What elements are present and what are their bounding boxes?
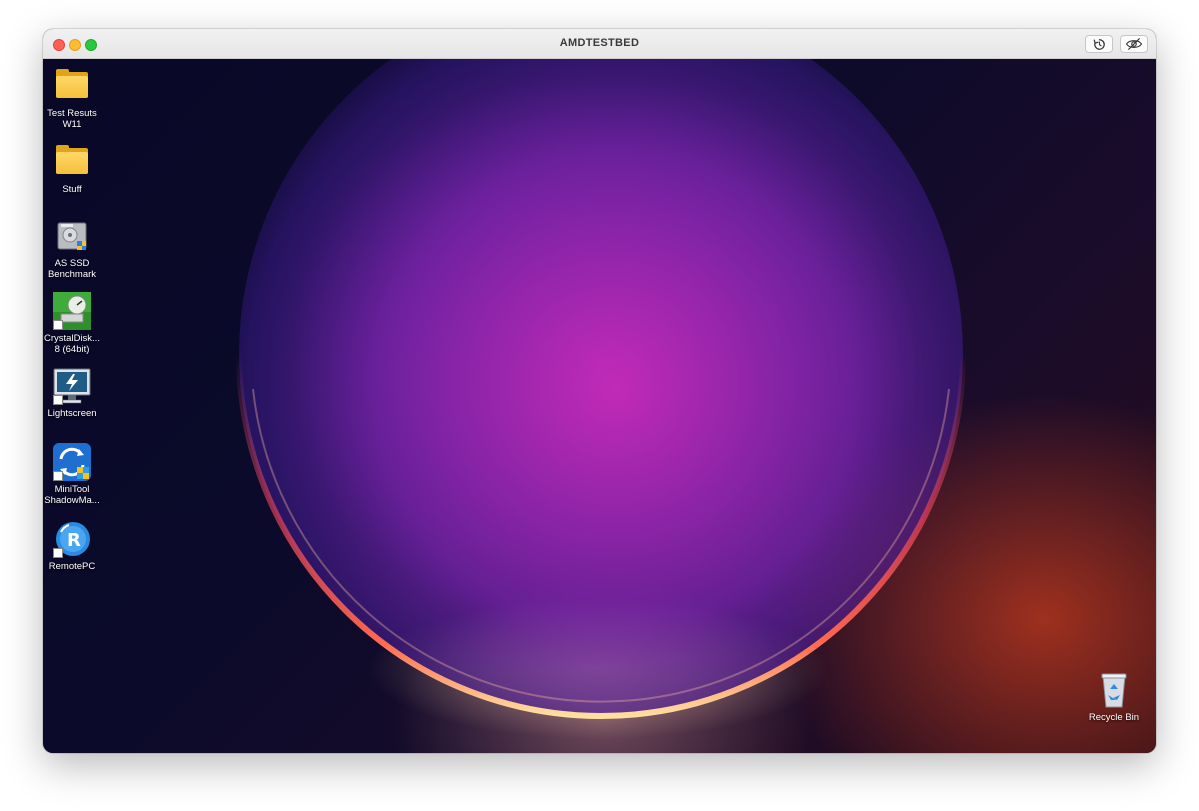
folder-icon [53, 143, 91, 181]
hide-button[interactable] [1120, 35, 1148, 53]
shortcut-arrow-icon [53, 548, 63, 558]
icon-label: Recycle Bin [1088, 712, 1140, 723]
monitor-icon [53, 367, 91, 405]
icon-label: CrystalDisk... 8 (64bit) [44, 333, 100, 355]
icon-label: AS SSD Benchmark [47, 258, 97, 280]
desktop-icon-test-results[interactable]: Test Resuts W11 [43, 67, 102, 130]
desktop-icon-recycle-bin[interactable]: Recycle Bin [1084, 671, 1144, 723]
desktop-icon-remotepc[interactable]: R RemotePC [43, 520, 102, 572]
drive-icon [53, 217, 91, 255]
remote-desktop-window: AMDTESTBED Test Resuts W11 Stuff AS SSD … [43, 29, 1156, 753]
recycle-bin-icon [1095, 671, 1133, 709]
icon-label: Stuff [62, 184, 82, 195]
folder-icon [53, 67, 91, 105]
desktop-icon-lightscreen[interactable]: Lightscreen [43, 367, 102, 419]
icon-label: Lightscreen [47, 408, 97, 419]
desktop-icon-minitool-shadowmaker[interactable]: MiniTool ShadowMa... [43, 443, 102, 506]
shortcut-arrow-icon [53, 471, 63, 481]
desktop-icon-stuff[interactable]: Stuff [43, 143, 102, 195]
wallpaper-orb [236, 59, 966, 739]
icon-label: MiniTool ShadowMa... [44, 484, 100, 506]
desktop-icon-crystaldiskmark[interactable]: CrystalDisk... 8 (64bit) [43, 292, 102, 355]
title-bar: AMDTESTBED [43, 29, 1156, 59]
window-title: AMDTESTBED [559, 37, 640, 49]
restart-button[interactable] [1085, 35, 1113, 53]
desktop-icon-as-ssd-benchmark[interactable]: AS SSD Benchmark [43, 217, 102, 280]
svg-text:R: R [67, 530, 81, 551]
shortcut-arrow-icon [53, 320, 63, 330]
windows-desktop[interactable]: Test Resuts W11 Stuff AS SSD Benchmark C… [43, 59, 1156, 753]
icon-label: Test Resuts W11 [47, 108, 97, 130]
shortcut-arrow-icon [53, 395, 63, 405]
restart-icon [1093, 38, 1105, 50]
shadowmaker-icon [53, 443, 91, 481]
eye-slash-icon [1125, 38, 1143, 50]
icon-label: RemotePC [48, 561, 96, 572]
remotepc-icon: R [53, 520, 91, 558]
disk-gauge-icon [53, 292, 91, 330]
